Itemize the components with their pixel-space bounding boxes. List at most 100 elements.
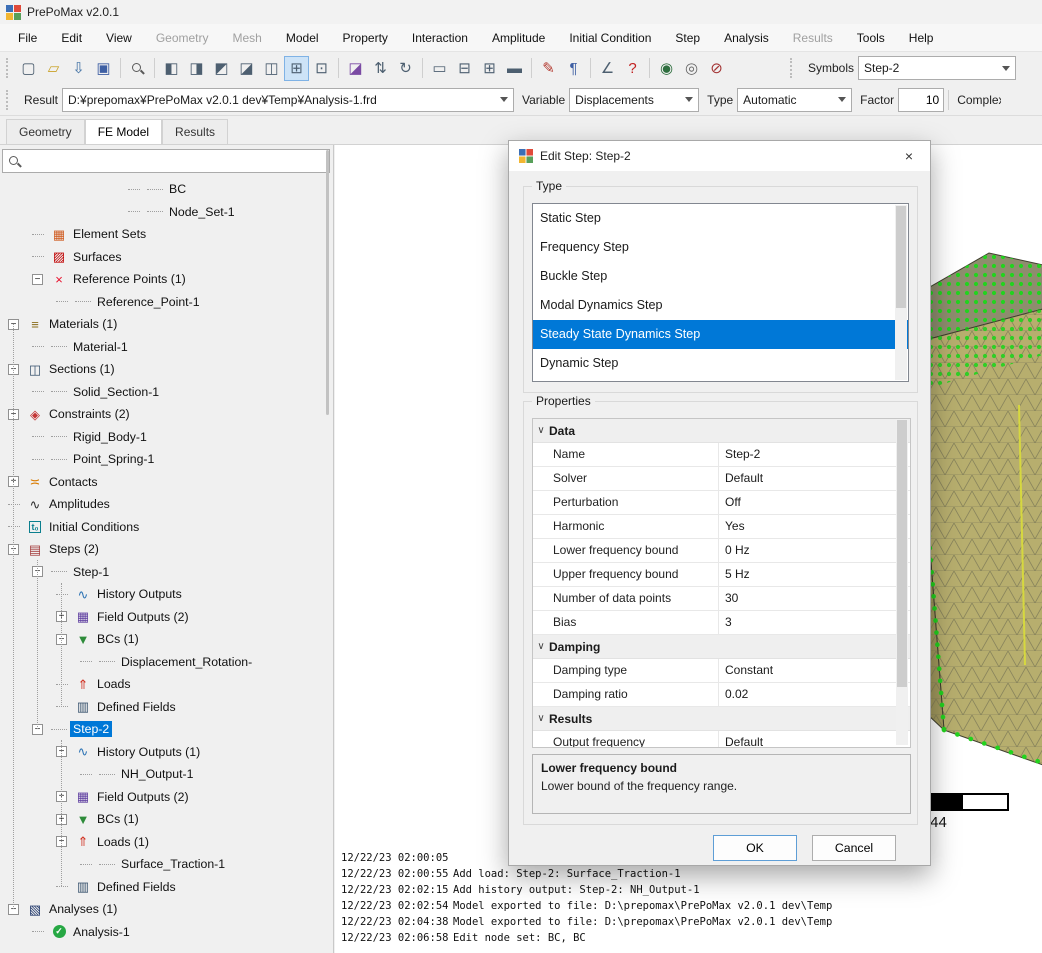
tree-item[interactable]: − ▤ Steps (2) <box>0 538 323 561</box>
tree-item[interactable]: Displacement_Rotation- <box>0 651 323 674</box>
tree-item[interactable]: BC <box>0 178 323 201</box>
view-top-button[interactable]: ◩ <box>209 56 234 81</box>
menu-property[interactable]: Property <box>331 26 400 50</box>
property-value[interactable]: 3 <box>719 611 910 634</box>
tab-results[interactable]: Results <box>162 119 229 144</box>
menu-file[interactable]: File <box>6 26 49 50</box>
tree-item[interactable]: − × Reference Points (1) <box>0 268 323 291</box>
show-only-button[interactable]: ⊘ <box>704 56 729 81</box>
property-row[interactable]: Damping ratio 0.02 <box>533 683 910 707</box>
property-row[interactable]: Harmonic Yes <box>533 515 910 539</box>
toolbar-grip[interactable] <box>6 89 11 110</box>
tree-item[interactable]: ∿ History Outputs <box>0 583 323 606</box>
menu-help[interactable]: Help <box>897 26 946 50</box>
edit-model-button[interactable]: ✎ <box>536 56 561 81</box>
menu-view[interactable]: View <box>94 26 144 50</box>
property-value[interactable]: 0.02 <box>719 683 910 706</box>
step-type-option[interactable]: Static Step <box>533 204 908 233</box>
tree-item[interactable]: − Step-1 <box>0 561 323 584</box>
tree-item[interactable]: − Step-2 <box>0 718 323 741</box>
variable-combo[interactable]: Displacements <box>569 87 700 112</box>
view-left-button[interactable]: ◫ <box>259 56 284 81</box>
tree-item[interactable]: + ▦ Field Outputs (2) <box>0 786 323 809</box>
property-value[interactable]: Default <box>719 731 910 747</box>
property-value[interactable]: 5 Hz <box>719 563 910 586</box>
tree-item[interactable]: ✓ Analysis-1 <box>0 921 323 944</box>
collapse-toggle[interactable]: − <box>32 273 43 285</box>
show-mesh-button[interactable]: ⊞ <box>477 56 502 81</box>
tree-item[interactable]: − ≡ Materials (1) <box>0 313 323 336</box>
tab-geometry[interactable]: Geometry <box>6 119 85 144</box>
tree-item[interactable]: Reference_Point-1 <box>0 291 323 314</box>
hide-button[interactable]: ◎ <box>679 56 704 81</box>
property-row[interactable]: Damping type Constant <box>533 659 910 683</box>
property-category[interactable]: ∨ Results <box>533 707 910 731</box>
result-file-combo[interactable]: D:¥prepomax¥PrePoMax v2.0.1 dev¥Temp¥Ana… <box>62 87 515 112</box>
tree-item[interactable]: ▨ Surfaces <box>0 246 323 269</box>
tree-item[interactable]: Surface_Traction-1 <box>0 853 323 876</box>
menu-initial-condition[interactable]: Initial Condition <box>557 26 663 50</box>
property-grid[interactable]: ∨ Data Name Step-2 Solver Default Perturbation… <box>532 418 911 748</box>
tree-item[interactable]: Node_Set-1 <box>0 201 323 224</box>
view-fit-button[interactable]: ⊡ <box>309 56 334 81</box>
menu-edit[interactable]: Edit <box>49 26 94 50</box>
step-type-option[interactable]: Modal Dynamics Step <box>533 291 908 320</box>
tree-search-box[interactable] <box>2 149 330 173</box>
step-type-option[interactable]: Frequency Step <box>533 233 908 262</box>
dialog-close-button[interactable]: × <box>888 141 930 171</box>
tree-item[interactable]: − ⇑ Loads (1) <box>0 831 323 854</box>
property-row[interactable]: Solver Default <box>533 467 910 491</box>
property-row[interactable]: Perturbation Off <box>533 491 910 515</box>
property-category[interactable]: ∨ Data <box>533 419 910 443</box>
show-solid-button[interactable]: ▬ <box>502 56 527 81</box>
ok-button[interactable]: OK <box>713 835 797 861</box>
step-type-option[interactable]: Dynamic Step <box>533 349 908 378</box>
menu-geometry[interactable]: Geometry <box>144 26 221 50</box>
tree-item[interactable]: ▦ Element Sets <box>0 223 323 246</box>
tree-item[interactable]: − ∿ History Outputs (1) <box>0 741 323 764</box>
tree-item[interactable]: + ≍ Contacts <box>0 471 323 494</box>
menu-amplitude[interactable]: Amplitude <box>480 26 557 50</box>
property-row[interactable]: Number of data points 30 <box>533 587 910 611</box>
menu-tools[interactable]: Tools <box>845 26 897 50</box>
toolbar-grip[interactable] <box>789 58 795 78</box>
menu-step[interactable]: Step <box>663 26 712 50</box>
tree-item[interactable]: − ◈ Constraints (2) <box>0 403 323 426</box>
view-front-button[interactable]: ◧ <box>159 56 184 81</box>
tree-item[interactable]: Rigid_Body-1 <box>0 426 323 449</box>
import-file-button[interactable]: ⇩ <box>66 56 91 81</box>
tree-item[interactable]: ▥ Defined Fields <box>0 696 323 719</box>
tree-item[interactable]: ▥ Defined Fields <box>0 876 323 899</box>
step-type-option[interactable]: Steady State Dynamics Step <box>533 320 908 349</box>
menu-results[interactable]: Results <box>781 26 845 50</box>
view-bottom-button[interactable]: ◪ <box>234 56 259 81</box>
tree-scrollbar[interactable] <box>326 150 329 415</box>
menu-analysis[interactable]: Analysis <box>712 26 781 50</box>
new-model-button[interactable]: ▢ <box>16 56 41 81</box>
property-value[interactable]: Off <box>719 491 910 514</box>
zoom-button[interactable] <box>125 56 150 81</box>
show-edges-button[interactable]: ⊟ <box>452 56 477 81</box>
property-value[interactable]: Yes <box>719 515 910 538</box>
view-back-button[interactable]: ◨ <box>184 56 209 81</box>
measure-button[interactable]: ∠ <box>595 56 620 81</box>
property-value[interactable]: 30 <box>719 587 910 610</box>
property-value[interactable]: Constant <box>719 659 910 682</box>
tree-item[interactable]: − ◫ Sections (1) <box>0 358 323 381</box>
tab-fe-model[interactable]: FE Model <box>84 119 163 144</box>
query-button[interactable]: ? <box>620 56 645 81</box>
open-file-button[interactable]: ▱ <box>41 56 66 81</box>
list-scrollbar[interactable] <box>895 205 907 380</box>
type-combo[interactable]: Automatic <box>737 87 853 112</box>
view-isometric-button[interactable]: ⊞ <box>284 55 309 81</box>
menu-mesh[interactable]: Mesh <box>221 26 274 50</box>
property-row[interactable]: Upper frequency bound 5 Hz <box>533 563 910 587</box>
wireframe-button[interactable]: ▭ <box>427 56 452 81</box>
save-file-button[interactable]: ▣ <box>91 56 116 81</box>
menu-interaction[interactable]: Interaction <box>400 26 480 50</box>
property-row[interactable]: Bias 3 <box>533 611 910 635</box>
tree-item[interactable]: Material-1 <box>0 336 323 359</box>
step-type-option[interactable]: Buckle Step <box>533 262 908 291</box>
tree-item[interactable]: + ▼ BCs (1) <box>0 808 323 831</box>
property-value[interactable]: 0 Hz <box>719 539 910 562</box>
